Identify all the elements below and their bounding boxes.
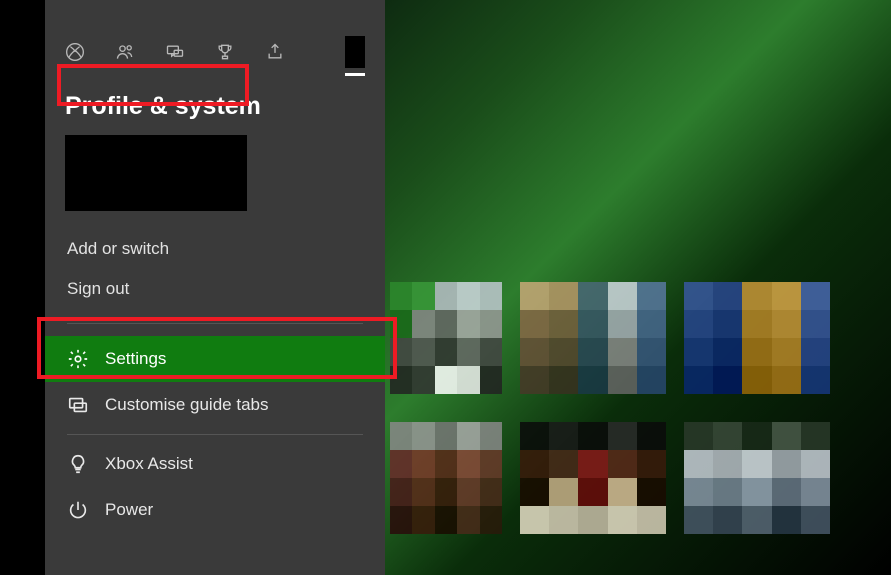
power-icon — [67, 499, 89, 521]
background-game-tiles — [390, 282, 891, 534]
customise-tabs-icon — [67, 394, 89, 416]
xbox-tab[interactable] — [65, 42, 85, 62]
achievements-tab[interactable] — [215, 42, 235, 62]
customise-tabs-label: Customise guide tabs — [105, 395, 268, 415]
power-label: Power — [105, 500, 153, 520]
active-tab-indicator — [345, 73, 365, 76]
panel-heading: Profile & system — [45, 84, 385, 135]
people-icon — [115, 42, 135, 62]
customise-tabs-menu-item[interactable]: Customise guide tabs — [45, 382, 385, 428]
lightbulb-icon — [67, 453, 89, 475]
game-tile — [520, 282, 666, 394]
divider — [67, 434, 363, 435]
game-tile — [520, 422, 666, 534]
divider — [67, 323, 363, 324]
power-menu-item[interactable]: Power — [45, 487, 385, 533]
game-tile — [684, 282, 830, 394]
profile-avatar-tab[interactable] — [345, 36, 365, 68]
profile-card[interactable] — [65, 135, 247, 211]
add-or-switch-button[interactable]: Add or switch — [45, 229, 385, 269]
xbox-assist-menu-item[interactable]: Xbox Assist — [45, 441, 385, 487]
share-tab[interactable] — [265, 42, 285, 62]
game-tile — [390, 422, 502, 534]
chat-tab[interactable] — [165, 42, 185, 62]
people-tab[interactable] — [115, 42, 135, 62]
trophy-icon — [215, 42, 235, 62]
xbox-icon — [65, 42, 85, 62]
sign-out-button[interactable]: Sign out — [45, 269, 385, 309]
settings-menu-item[interactable]: Settings — [45, 336, 385, 382]
chat-icon — [165, 42, 185, 62]
guide-tab-row — [45, 36, 385, 84]
settings-label: Settings — [105, 349, 166, 369]
gear-icon — [67, 348, 89, 370]
xbox-guide-panel: Profile & system Add or switch Sign out … — [45, 0, 385, 575]
share-icon — [265, 42, 285, 62]
game-tile — [390, 282, 502, 394]
left-black-strip — [0, 0, 45, 575]
xbox-assist-label: Xbox Assist — [105, 454, 193, 474]
game-tile — [684, 422, 830, 534]
